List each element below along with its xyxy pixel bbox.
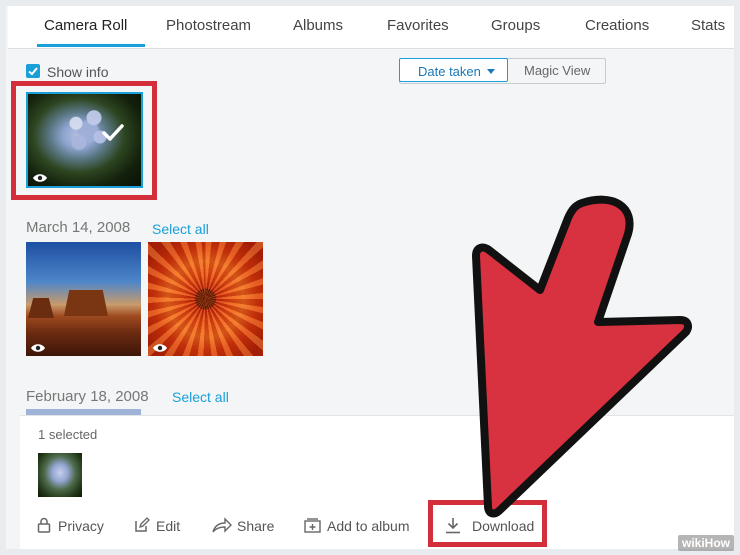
- privacy-label: Privacy: [58, 518, 104, 534]
- date-taken-label: Date taken: [418, 64, 481, 79]
- add-to-album-label: Add to album: [327, 518, 410, 534]
- date-taken-dropdown[interactable]: Date taken: [399, 58, 508, 82]
- photo-desert[interactable]: [26, 242, 141, 356]
- photo-content: [148, 242, 263, 356]
- add-to-album-icon: [304, 518, 321, 533]
- photo-content: [64, 290, 108, 316]
- tab-camera-roll[interactable]: Camera Roll: [44, 17, 127, 34]
- selected-thumbnail[interactable]: [38, 453, 82, 497]
- tab-creations[interactable]: Creations: [585, 17, 649, 34]
- highlight-box-selected-photo: [11, 81, 157, 200]
- show-info-checkbox[interactable]: [26, 64, 40, 78]
- eye-icon[interactable]: [30, 343, 46, 353]
- show-info-label: Show info: [47, 64, 109, 80]
- photo-orange-flower[interactable]: [148, 242, 263, 356]
- photo-library-page: Camera Roll Photostream Albums Favorites…: [0, 0, 740, 555]
- selection-action-bar: 1 selected Privacy Edit Share Add to alb…: [20, 415, 740, 550]
- tab-albums[interactable]: Albums: [293, 17, 343, 34]
- tab-stats[interactable]: Stats: [691, 17, 725, 34]
- tab-bar: Camera Roll Photostream Albums Favorites…: [8, 0, 740, 49]
- edit-label: Edit: [156, 518, 181, 534]
- view-toggle: Date taken Magic View: [399, 58, 606, 84]
- checkmark-icon: [28, 67, 38, 76]
- eye-icon[interactable]: [152, 343, 168, 353]
- highlight-box-download: [428, 500, 547, 547]
- share-label: Share: [237, 518, 275, 534]
- section-date-february: February 18, 2008: [26, 388, 149, 405]
- selected-count: 1 selected: [38, 427, 98, 442]
- active-tab-indicator: [37, 44, 145, 47]
- magic-view-button[interactable]: Magic View: [524, 63, 590, 78]
- tab-favorites[interactable]: Favorites: [387, 17, 449, 34]
- lock-icon: [37, 517, 51, 533]
- section-date-march: March 14, 2008: [26, 219, 131, 236]
- photo-content: [28, 298, 54, 318]
- caret-down-icon: [487, 69, 495, 74]
- watermark-logo: wikiHow: [677, 535, 734, 551]
- edit-icon: [135, 517, 150, 532]
- select-all-link-march[interactable]: Select all: [152, 221, 209, 237]
- tab-groups[interactable]: Groups: [491, 17, 540, 34]
- share-icon: [212, 517, 232, 533]
- select-all-link-february[interactable]: Select all: [172, 389, 229, 405]
- tab-photostream[interactable]: Photostream: [166, 17, 251, 34]
